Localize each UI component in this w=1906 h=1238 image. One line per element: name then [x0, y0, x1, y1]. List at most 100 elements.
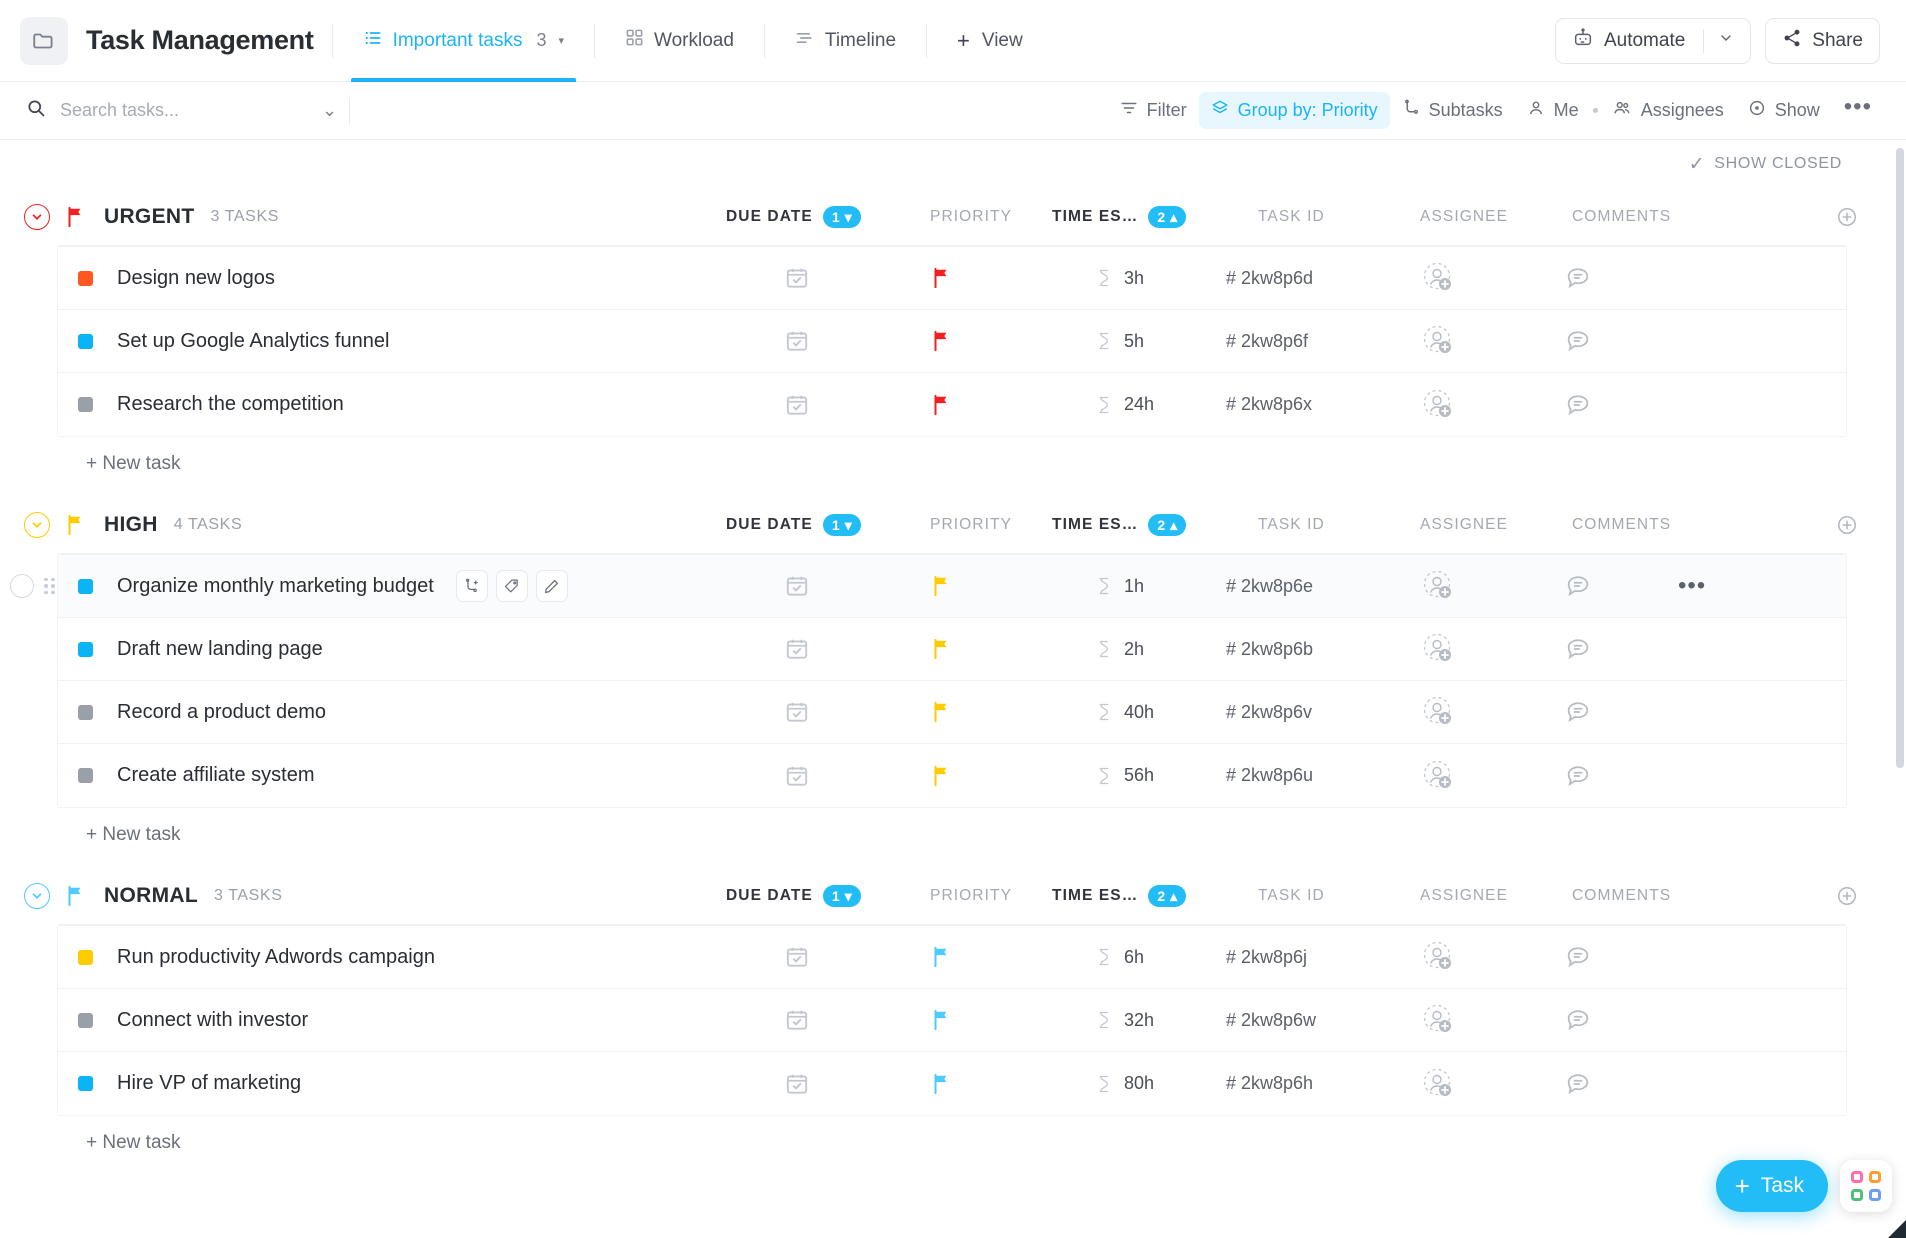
column-comments[interactable]: COMMENTS [1572, 208, 1671, 226]
time-estimate-cell[interactable]: 56h [1094, 765, 1154, 787]
task-id[interactable]: # 2kw8p6h [1226, 1073, 1313, 1094]
add-task-button[interactable]: + Task [1716, 1160, 1828, 1212]
assignee-add-icon[interactable] [1422, 695, 1456, 729]
vertical-scrollbar[interactable] [1896, 148, 1904, 1230]
task-id[interactable]: # 2kw8p6j [1226, 947, 1307, 968]
comments-icon[interactable] [1564, 391, 1592, 419]
task-id[interactable]: # 2kw8p6x [1226, 394, 1312, 415]
assignee-add-icon[interactable] [1422, 569, 1456, 603]
task-id[interactable]: # 2kw8p6f [1226, 331, 1308, 352]
tag-icon[interactable] [496, 570, 528, 602]
chevron-down-icon[interactable]: ▾ [558, 34, 564, 47]
time-estimate-cell[interactable]: 80h [1094, 1073, 1154, 1095]
apps-grid-icon[interactable] [1840, 1160, 1892, 1212]
due-date-cell[interactable] [784, 763, 810, 789]
time-estimate-cell[interactable]: 6h [1094, 946, 1144, 968]
due-date-cell[interactable] [784, 1071, 810, 1097]
comments-icon[interactable] [1564, 1006, 1592, 1034]
edit-pencil-icon[interactable] [536, 570, 568, 602]
comments-icon[interactable] [1564, 1070, 1592, 1098]
comments-icon[interactable] [1564, 327, 1592, 355]
assignee-add-icon[interactable] [1422, 1003, 1456, 1037]
show-button[interactable]: Show [1736, 92, 1832, 129]
due-date-cell[interactable] [784, 328, 810, 354]
assignee-add-icon[interactable] [1422, 324, 1456, 358]
assignee-add-icon[interactable] [1422, 1067, 1456, 1101]
table-row[interactable]: Hire VP of marketing 80h # 2kw8p6h [58, 1052, 1846, 1115]
column-comments[interactable]: COMMENTS [1572, 887, 1671, 905]
table-row[interactable]: Design new logos 3h # 2kw8p6d [58, 247, 1846, 310]
assignee-add-icon[interactable] [1422, 388, 1456, 422]
chevron-down-icon[interactable] [1718, 30, 1734, 52]
status-swatch[interactable] [78, 642, 93, 657]
automate-button[interactable]: Automate [1555, 18, 1751, 64]
priority-cell[interactable] [930, 1008, 952, 1032]
table-row[interactable]: Draft new landing page 2h # 2kw8p6b [58, 618, 1846, 681]
subtasks-button[interactable]: Subtasks [1390, 92, 1515, 129]
row-select-checkbox[interactable] [10, 574, 34, 598]
column-time-estimate[interactable]: TIME ES… 2 ▴ [1052, 514, 1186, 536]
group-collapse-icon[interactable] [24, 204, 50, 230]
due-date-cell[interactable] [784, 1007, 810, 1033]
table-row[interactable]: Create affiliate system 56h # 2kw8p6u [58, 744, 1846, 807]
column-time-estimate[interactable]: TIME ES… 2 ▴ [1052, 206, 1186, 228]
search-box[interactable]: ⌄ [26, 97, 386, 125]
share-button[interactable]: Share [1765, 18, 1880, 64]
task-id[interactable]: # 2kw8p6b [1226, 639, 1313, 660]
add-subtask-icon[interactable] [456, 570, 488, 602]
task-id[interactable]: # 2kw8p6w [1226, 1010, 1316, 1031]
column-assignee[interactable]: ASSIGNEE [1420, 516, 1508, 534]
column-assignee[interactable]: ASSIGNEE [1420, 208, 1508, 226]
sort-badge[interactable]: 2 ▴ [1148, 885, 1186, 907]
table-row[interactable]: Research the competition 24h # 2kw8p6x [58, 373, 1846, 436]
time-estimate-cell[interactable]: 24h [1094, 394, 1154, 416]
table-row[interactable]: Run productivity Adwords campaign 6h # [58, 926, 1846, 989]
time-estimate-cell[interactable]: 5h [1094, 330, 1144, 352]
column-priority[interactable]: PRIORITY [930, 516, 1012, 534]
tab-workload[interactable]: Workload [613, 0, 746, 82]
task-id[interactable]: # 2kw8p6u [1226, 765, 1313, 786]
priority-cell[interactable] [930, 637, 952, 661]
priority-cell[interactable] [930, 700, 952, 724]
column-assignee[interactable]: ASSIGNEE [1420, 887, 1508, 905]
assignees-button[interactable]: Assignees [1600, 92, 1736, 129]
column-due-date[interactable]: DUE DATE 1 ▾ [726, 885, 861, 907]
me-button[interactable]: Me [1515, 92, 1591, 129]
assignee-add-icon[interactable] [1422, 759, 1456, 793]
comments-icon[interactable] [1564, 264, 1592, 292]
sort-badge[interactable]: 2 ▴ [1148, 206, 1186, 228]
table-row[interactable]: Organize monthly marketing budget [58, 555, 1846, 618]
task-id[interactable]: # 2kw8p6d [1226, 268, 1313, 289]
column-task-id[interactable]: TASK ID [1258, 887, 1325, 905]
column-priority[interactable]: PRIORITY [930, 208, 1012, 226]
time-estimate-cell[interactable]: 32h [1094, 1009, 1154, 1031]
new-task-button[interactable]: + New task [0, 436, 1894, 492]
status-swatch[interactable] [78, 334, 93, 349]
assignee-add-icon[interactable] [1422, 261, 1456, 295]
status-swatch[interactable] [78, 768, 93, 783]
scrollbar-thumb[interactable] [1896, 148, 1904, 768]
status-swatch[interactable] [78, 579, 93, 594]
status-swatch[interactable] [78, 705, 93, 720]
priority-cell[interactable] [930, 393, 952, 417]
time-estimate-cell[interactable]: 3h [1094, 267, 1144, 289]
sort-badge[interactable]: 1 ▾ [823, 206, 861, 228]
new-task-button[interactable]: + New task [0, 1115, 1894, 1171]
time-estimate-cell[interactable]: 40h [1094, 701, 1154, 723]
assignee-add-icon[interactable] [1422, 940, 1456, 974]
table-row[interactable]: Connect with investor 32h # 2kw8p6w [58, 989, 1846, 1052]
status-swatch[interactable] [78, 950, 93, 965]
column-time-estimate[interactable]: TIME ES… 2 ▴ [1052, 885, 1186, 907]
priority-cell[interactable] [930, 266, 952, 290]
status-swatch[interactable] [78, 271, 93, 286]
due-date-cell[interactable] [784, 699, 810, 725]
add-column-button[interactable] [1836, 885, 1858, 907]
time-estimate-cell[interactable]: 1h [1094, 575, 1144, 597]
comments-icon[interactable] [1564, 572, 1592, 600]
task-id[interactable]: # 2kw8p6e [1226, 576, 1313, 597]
status-swatch[interactable] [78, 1013, 93, 1028]
column-due-date[interactable]: DUE DATE 1 ▾ [726, 514, 861, 536]
drag-handle-icon[interactable] [44, 578, 55, 595]
filter-button[interactable]: Filter [1108, 92, 1199, 129]
tab-add-view[interactable]: + View [945, 0, 1035, 82]
